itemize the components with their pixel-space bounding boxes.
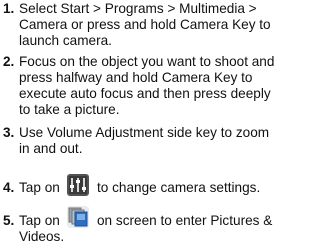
step-text-after-icon: to change camera settings. (97, 180, 261, 195)
step-text-line: in and out. (19, 141, 83, 156)
pictures-videos-icon (67, 206, 89, 228)
step-text-line: Camera or press and hold Camera Key to (19, 17, 271, 32)
step-text-before-icon: Tap on (19, 213, 60, 228)
instructions-list: 1. Select Start > Programs > Multimedia … (0, 0, 332, 246)
step-text-line: execute auto focus and then press deeply (19, 86, 271, 101)
step-text-before-icon: Tap on (19, 180, 60, 195)
step-number: 3. (3, 125, 15, 140)
step-number: 1. (3, 1, 15, 16)
step-number: 4. (3, 180, 15, 195)
step-text-line: Videos. (19, 229, 65, 244)
step-text-line: Focus on the object you want to shoot an… (19, 54, 275, 69)
step-text-line: Use Volume Adjustment side key to zoom (19, 125, 270, 140)
step-number: 2. (3, 54, 15, 69)
step-text-line: press halfway and hold Camera Key to (19, 70, 253, 85)
step-text-line: to take a picture. (19, 102, 120, 117)
step-text-after-icon: on screen to enter Pictures & (97, 213, 273, 228)
step-number: 5. (3, 213, 15, 228)
step-text-line: Select Start > Programs > Multimedia > (19, 1, 257, 16)
step-text-line: launch camera. (19, 33, 112, 48)
camera-settings-icon (67, 174, 89, 196)
